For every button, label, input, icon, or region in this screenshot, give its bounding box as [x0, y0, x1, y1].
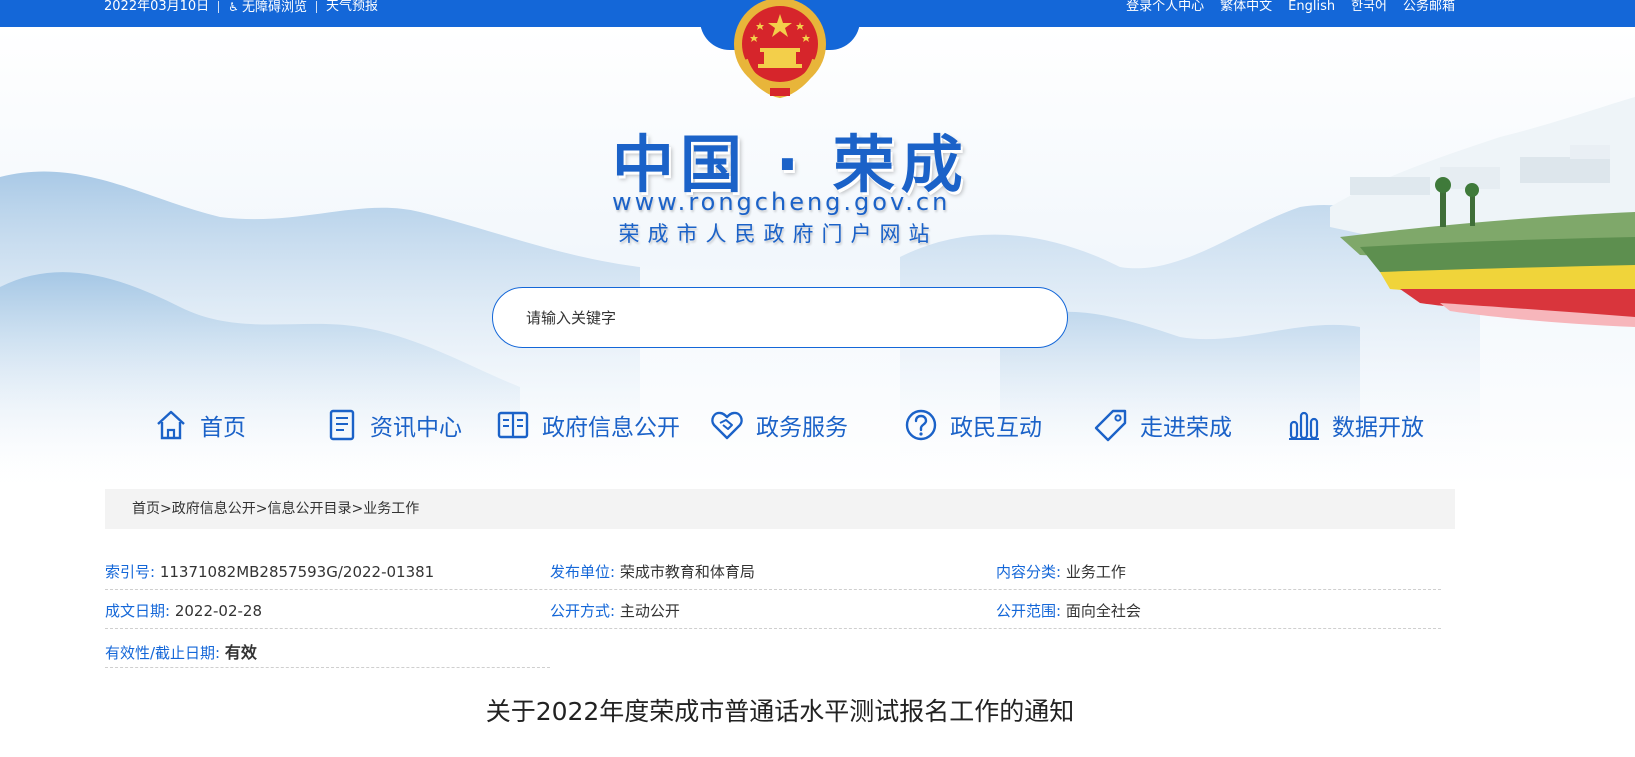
nav-item-home[interactable]: 首页 — [154, 402, 246, 448]
main-nav: 首页 资讯中心 政府信息公开 政务服务 政民互动 走进荣成 数据开放 — [0, 402, 1635, 448]
meta-row: 成文日期: 2022-02-28 公开方式: 主动公开 公开范围: 面向全社会 — [105, 590, 1441, 629]
meta-value: 面向全社会 — [1065, 602, 1141, 620]
nav-item-gov-info[interactable]: 政府信息公开 — [496, 402, 680, 448]
breadcrumb[interactable]: 首页>政府信息公开>信息公开目录>业务工作 — [105, 489, 1455, 529]
meta-value: 主动公开 — [619, 602, 680, 620]
page: 2022年03月10日 ♿ 无障碍浏览 天气预报 登录个人中心 繁体中文 Engl… — [0, 0, 1635, 757]
article-title: 关于2022年度荣成市普通话水平测试报名工作的通知 — [485, 697, 1075, 726]
tag-icon — [1094, 409, 1127, 442]
weather-link[interactable]: 天气预报 — [326, 0, 378, 13]
nav-label: 走进荣成 — [1140, 415, 1232, 441]
mail-link[interactable]: 公务邮箱 — [1403, 0, 1455, 13]
english-link[interactable]: English — [1288, 0, 1335, 13]
top-bar-left: 2022年03月10日 ♿ 无障碍浏览 天气预报 — [104, 0, 378, 14]
meta-value: 有效 — [224, 643, 257, 662]
meta-value: 业务工作 — [1065, 563, 1126, 581]
accessibility-link[interactable]: ♿ 无障碍浏览 — [228, 1, 307, 14]
meta-row: 有效性/截止日期: 有效 — [105, 629, 1441, 668]
home-icon — [157, 410, 185, 440]
divider — [315, 1, 317, 13]
site-url: www.rongcheng.gov.cn — [612, 188, 951, 216]
site-subtitle: 荣成市人民政府门户网站 — [618, 222, 938, 246]
meta-label: 有效性/截止日期: — [105, 644, 221, 662]
nav-label: 政务服务 — [756, 415, 848, 441]
meta-value: 2022-02-28 — [174, 602, 263, 620]
meta-category: 内容分类: 业务工作 — [996, 561, 1126, 582]
korean-link[interactable]: 한국어 — [1351, 0, 1387, 13]
nav-label: 首页 — [200, 415, 246, 441]
meta-value: 11371082MB2857593G/2022-01381 — [159, 563, 435, 581]
meta-validity: 有效性/截止日期: 有效 — [105, 639, 257, 663]
meta-index: 索引号: 11371082MB2857593G/2022-01381 — [105, 561, 434, 582]
nav-item-services[interactable]: 政务服务 — [710, 402, 848, 448]
meta-label: 发布单位: — [550, 563, 616, 581]
accessibility-icon: ♿ — [228, 0, 239, 14]
nav-label: 数据开放 — [1332, 415, 1424, 441]
national-emblem-icon — [730, 0, 830, 100]
divider — [218, 1, 220, 13]
meta-label: 内容分类: — [996, 563, 1062, 581]
meta-label: 成文日期: — [105, 602, 171, 620]
news-icon — [329, 409, 355, 441]
nav-label: 政民互动 — [950, 415, 1042, 441]
meta-value: 荣成市教育和体育局 — [619, 563, 755, 581]
nav-item-open-data[interactable]: 数据开放 — [1288, 402, 1424, 448]
meta-label: 公开范围: — [996, 602, 1062, 620]
meta-date: 成文日期: 2022-02-28 — [105, 600, 262, 621]
meta-label: 公开方式: — [550, 602, 616, 620]
traditional-chinese-link[interactable]: 繁体中文 — [1220, 0, 1272, 13]
meta-row: 索引号: 11371082MB2857593G/2022-01381 发布单位:… — [105, 551, 1441, 590]
handshake-icon — [711, 411, 743, 440]
bar-chart-icon — [1289, 411, 1319, 440]
current-date: 2022年03月10日 — [104, 0, 210, 14]
meta-method: 公开方式: 主动公开 — [550, 600, 680, 621]
nav-item-interaction[interactable]: 政民互动 — [904, 402, 1042, 448]
top-bar-right: 登录个人中心 繁体中文 English 한국어 公务邮箱 — [1110, 0, 1455, 14]
book-icon — [497, 411, 529, 439]
search-box — [492, 287, 1068, 348]
meta-scope: 公开范围: 面向全社会 — [996, 600, 1141, 621]
login-link[interactable]: 登录个人中心 — [1126, 0, 1204, 13]
accessibility-label: 无障碍浏览 — [241, 0, 307, 15]
nav-label: 资讯中心 — [370, 415, 462, 441]
document-meta: 索引号: 11371082MB2857593G/2022-01381 发布单位:… — [105, 551, 1441, 668]
meta-publisher: 发布单位: 荣成市教育和体育局 — [550, 561, 755, 582]
search-input[interactable] — [526, 306, 1026, 330]
question-icon — [905, 409, 937, 441]
nav-item-about[interactable]: 走进荣成 — [1094, 402, 1232, 448]
nav-item-news[interactable]: 资讯中心 — [326, 402, 462, 448]
nav-label: 政府信息公开 — [542, 415, 680, 441]
meta-label: 索引号: — [105, 563, 156, 581]
